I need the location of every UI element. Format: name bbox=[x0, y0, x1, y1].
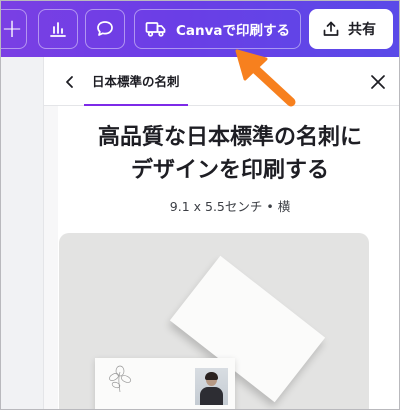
back-button[interactable] bbox=[58, 70, 82, 94]
share-button[interactable]: 共有 bbox=[309, 9, 393, 49]
profile-photo bbox=[195, 368, 228, 405]
product-preview-image bbox=[59, 233, 369, 409]
print-button-label: Canvaで印刷する bbox=[176, 23, 291, 39]
panel-scrollbar[interactable] bbox=[44, 106, 58, 409]
add-button[interactable]: + bbox=[1, 9, 27, 49]
printed-business-card bbox=[95, 358, 235, 409]
plus-icon: + bbox=[1, 14, 23, 44]
top-toolbar: + Canvaで印刷する 共有 bbox=[1, 1, 399, 57]
insights-button[interactable] bbox=[38, 9, 78, 49]
product-title-line-2: デザインを印刷する bbox=[130, 158, 329, 183]
flower-illustration bbox=[109, 365, 132, 393]
bar-chart-icon bbox=[50, 22, 66, 37]
print-with-canva-button[interactable]: Canvaで印刷する bbox=[134, 9, 301, 49]
tab-standard-business-card[interactable]: 日本標準の名刺 bbox=[84, 57, 188, 106]
upload-icon bbox=[323, 21, 339, 36]
product-title-line-1: 高品質な日本標準の名刺に bbox=[97, 125, 362, 150]
close-button[interactable] bbox=[366, 70, 390, 94]
print-panel: 日本標準の名刺 高品質な日本標準の名刺に デザインを印刷する 9.1 x 5.5… bbox=[43, 57, 399, 409]
comment-button[interactable] bbox=[85, 9, 125, 49]
product-title: 高品質な日本標準の名刺に デザインを印刷する bbox=[58, 121, 399, 187]
comment-icon bbox=[97, 21, 113, 36]
truck-icon bbox=[145, 22, 166, 37]
close-icon bbox=[371, 75, 385, 89]
chevron-left-icon bbox=[66, 76, 73, 88]
panel-header: 日本標準の名刺 bbox=[44, 57, 399, 106]
app-frame: + Canvaで印刷する 共有 日本標準の名刺 高品質な日本標準の名刺に デザイ… bbox=[0, 0, 400, 410]
share-button-label: 共有 bbox=[348, 22, 376, 38]
annotation-arrow-icon bbox=[235, 49, 296, 107]
product-size: 9.1 x 5.5センチ • 横 bbox=[169, 199, 291, 214]
